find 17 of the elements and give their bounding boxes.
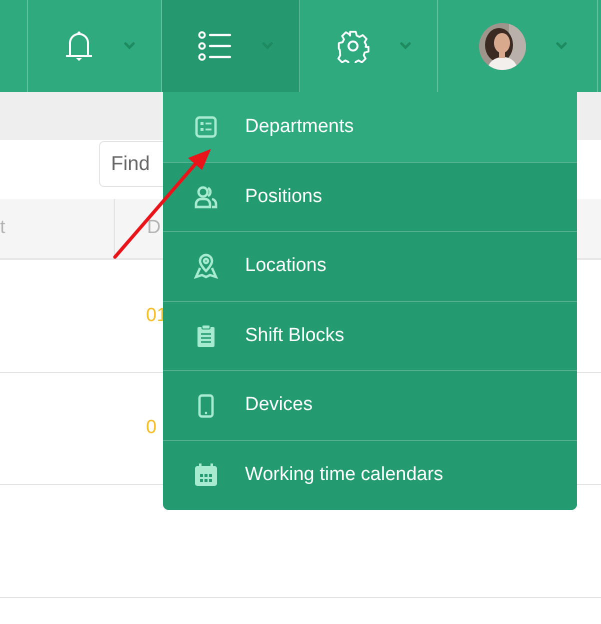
caret-icon [400, 42, 411, 50]
settings-icon [336, 29, 370, 63]
table-cell-text: 0 [146, 416, 157, 440]
caret-icon [124, 42, 135, 50]
phone-icon [198, 394, 214, 418]
calendar-icon [194, 463, 218, 488]
id-card-icon [195, 116, 217, 138]
clipboard-icon [196, 324, 216, 348]
users-icon [194, 184, 218, 209]
column-header: D [147, 216, 161, 240]
menu-item[interactable]: Working time calendars [163, 440, 577, 510]
list-icon [198, 31, 232, 61]
bell-icon [64, 29, 94, 63]
menu-item[interactable]: Departments [163, 92, 577, 162]
map-pin-icon [194, 253, 218, 280]
column-header: t [0, 216, 6, 240]
caret-icon [556, 42, 566, 50]
